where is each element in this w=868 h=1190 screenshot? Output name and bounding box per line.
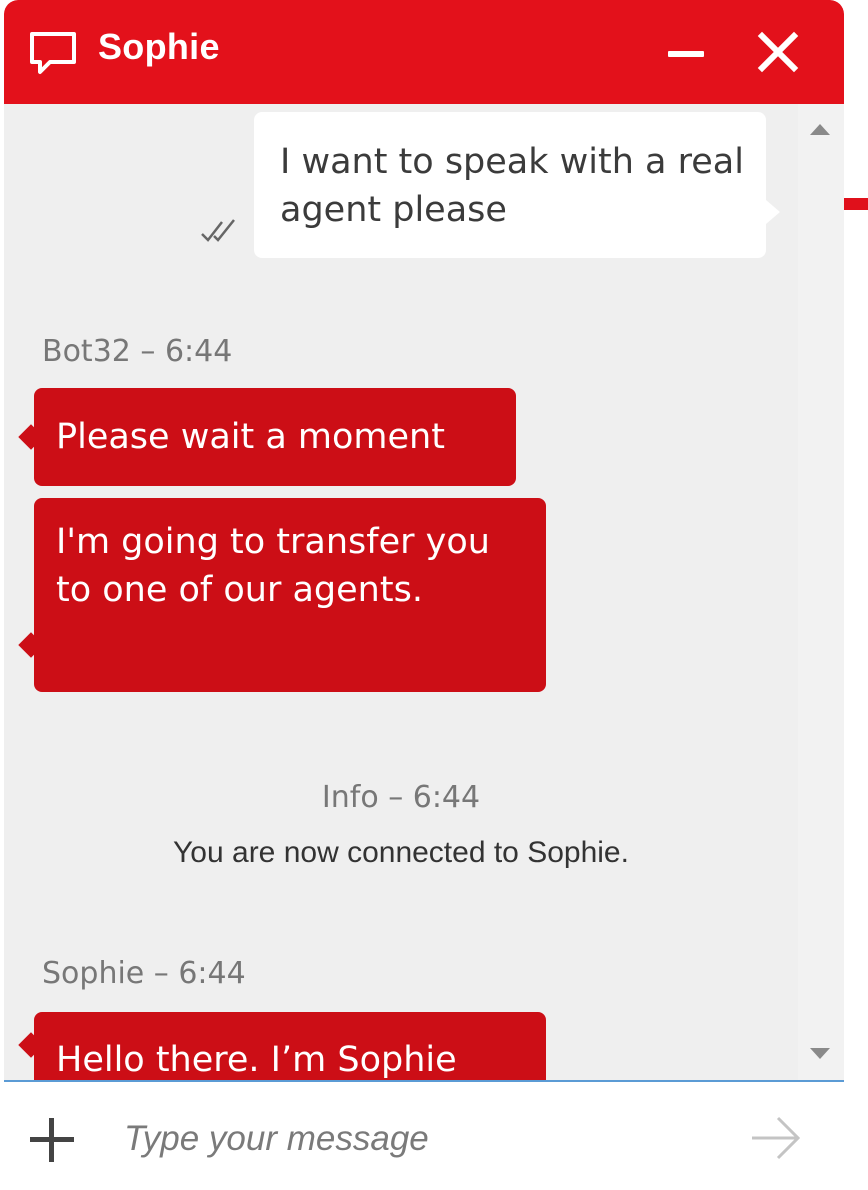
background-page-accent	[842, 198, 868, 210]
message-scrollbar[interactable]	[798, 104, 844, 1080]
arrow-right-icon[interactable]	[748, 1112, 804, 1164]
info-message-text: You are now connected to Sophie.	[173, 836, 629, 869]
bot-message-meta: Bot32 – 6:44	[42, 334, 233, 369]
chat-title: Sophie	[98, 26, 220, 67]
chat-bubble-icon	[30, 32, 76, 74]
scroll-down-arrow-icon[interactable]	[810, 1048, 830, 1059]
double-check-icon	[201, 219, 235, 242]
agent-message-bubble: Hello there. I’m Sophie	[34, 1012, 546, 1080]
bot-message-bubble: Please wait a moment	[34, 388, 516, 486]
background-page-edge	[841, 150, 868, 660]
add-attachment-button[interactable]	[30, 1118, 74, 1162]
chat-widget: Sophie I want to speak with a real agent…	[4, 0, 844, 1190]
user-message-bubble: I want to speak with a real agent please	[254, 112, 780, 258]
minimize-button[interactable]	[664, 34, 708, 70]
plus-icon-vertical	[49, 1118, 54, 1162]
minimize-icon	[668, 51, 704, 57]
scroll-up-arrow-icon[interactable]	[810, 124, 830, 135]
message-list[interactable]: I want to speak with a real agent please…	[4, 104, 798, 1080]
bot-message-bubble: I'm going to transfer you to one of our …	[34, 498, 546, 692]
info-message-meta: Info – 6:44	[321, 780, 481, 815]
close-icon[interactable]	[752, 26, 804, 78]
message-composer	[4, 1080, 844, 1190]
agent-message-meta: Sophie – 6:44	[42, 956, 246, 991]
message-input[interactable]	[122, 1108, 726, 1170]
chat-header: Sophie	[4, 0, 844, 104]
